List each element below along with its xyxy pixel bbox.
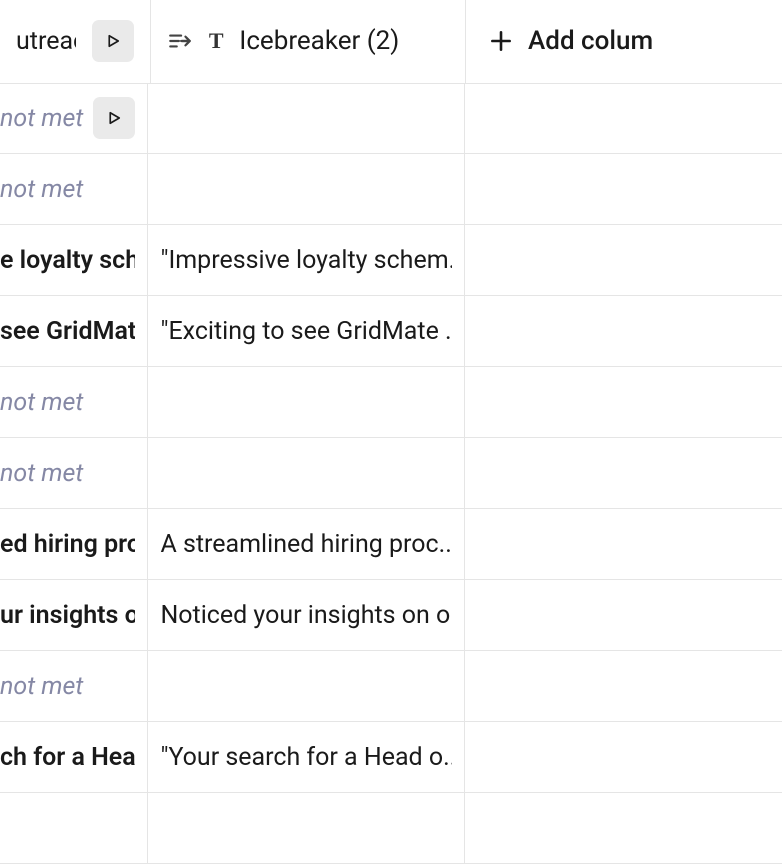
cell-empty[interactable] (465, 296, 782, 366)
cell-icebreaker[interactable]: "Exciting to see GridMate ... (148, 296, 465, 366)
column-header-outreach[interactable]: utreach L. (0, 0, 151, 83)
header-row: utreach L. T Icebreaker (2) (0, 0, 782, 84)
table-row: e loyalty sche "Impressive loyalty schem.… (0, 224, 782, 296)
table-row (0, 792, 782, 864)
cell-icebreaker[interactable]: "Impressive loyalty schem... (148, 225, 465, 295)
cell-text: see GridMat (0, 317, 135, 346)
cell-text: A streamlined hiring proc... (160, 530, 452, 559)
cell-outreach[interactable]: e loyalty sche (0, 225, 148, 295)
cell-empty[interactable] (465, 580, 782, 650)
table-row: not met (0, 437, 782, 509)
add-column-label: Add colum (528, 26, 653, 56)
text-type-icon: T (203, 28, 229, 54)
plus-icon (488, 28, 514, 54)
cell-outreach[interactable]: not met (0, 367, 148, 437)
cell-text: Noticed your insights on o... (160, 601, 452, 630)
not-met-label: not met (0, 459, 135, 488)
cell-text: ur insights on (0, 601, 135, 630)
table-row: not met (0, 650, 782, 722)
cell-empty[interactable] (465, 154, 782, 224)
cell-icebreaker[interactable] (148, 154, 465, 224)
cell-empty[interactable] (465, 509, 782, 579)
cell-empty[interactable] (465, 722, 782, 792)
play-icon (105, 109, 123, 127)
column-header-icebreaker[interactable]: T Icebreaker (2) (151, 0, 466, 83)
cell-empty[interactable] (465, 651, 782, 721)
cell-icebreaker[interactable] (148, 651, 465, 721)
cell-text: "Your search for a Head o... (160, 743, 452, 772)
table-row: not met (0, 153, 782, 225)
cell-outreach[interactable]: ed hiring pro (0, 509, 148, 579)
cell-text: e loyalty sche (0, 246, 135, 275)
run-column-button[interactable] (92, 20, 134, 62)
cell-icebreaker[interactable]: A streamlined hiring proc... (148, 509, 465, 579)
table-row: ur insights on Noticed your insights on o… (0, 579, 782, 651)
cell-outreach[interactable]: not met (0, 154, 148, 224)
cell-outreach[interactable] (0, 793, 148, 863)
add-column-button[interactable]: Add colum (466, 0, 782, 83)
cell-icebreaker[interactable]: "Your search for a Head o... (148, 722, 465, 792)
cell-text: "Impressive loyalty schem... (160, 246, 452, 275)
play-icon (104, 32, 122, 50)
not-met-label: not met (0, 388, 135, 417)
not-met-label: not met (0, 104, 87, 133)
data-grid: utreach L. T Icebreaker (2) (0, 0, 782, 864)
cell-icebreaker[interactable] (148, 438, 465, 508)
cell-icebreaker[interactable]: Noticed your insights on o... (148, 580, 465, 650)
cell-icebreaker[interactable] (148, 83, 465, 153)
cell-text: ed hiring pro (0, 530, 135, 559)
cell-empty[interactable] (465, 793, 782, 863)
cell-empty[interactable] (465, 367, 782, 437)
cell-icebreaker[interactable] (148, 793, 465, 863)
table-row: ch for a Head "Your search for a Head o..… (0, 721, 782, 793)
table-row: not met (0, 366, 782, 438)
cell-empty[interactable] (465, 225, 782, 295)
table-row: not met (0, 83, 782, 154)
cell-icebreaker[interactable] (148, 367, 465, 437)
column-label: Icebreaker (2) (239, 26, 399, 56)
not-met-label: not met (0, 672, 135, 701)
cell-empty[interactable] (465, 438, 782, 508)
cell-outreach[interactable]: not met (0, 651, 148, 721)
table-row: see GridMat "Exciting to see GridMate ... (0, 295, 782, 367)
run-cell-button[interactable] (93, 97, 135, 139)
enrich-icon (167, 28, 193, 54)
cell-outreach[interactable]: see GridMat (0, 296, 148, 366)
table-row: ed hiring pro A streamlined hiring proc..… (0, 508, 782, 580)
cell-outreach[interactable]: not met (0, 83, 148, 153)
not-met-label: not met (0, 175, 135, 204)
cell-text: "Exciting to see GridMate ... (160, 317, 452, 346)
cell-outreach[interactable]: not met (0, 438, 148, 508)
column-label: utreach L. (16, 27, 76, 56)
cell-outreach[interactable]: ur insights on (0, 580, 148, 650)
cell-empty[interactable] (465, 83, 782, 153)
cell-text: ch for a Head (0, 743, 135, 772)
cell-outreach[interactable]: ch for a Head (0, 722, 148, 792)
